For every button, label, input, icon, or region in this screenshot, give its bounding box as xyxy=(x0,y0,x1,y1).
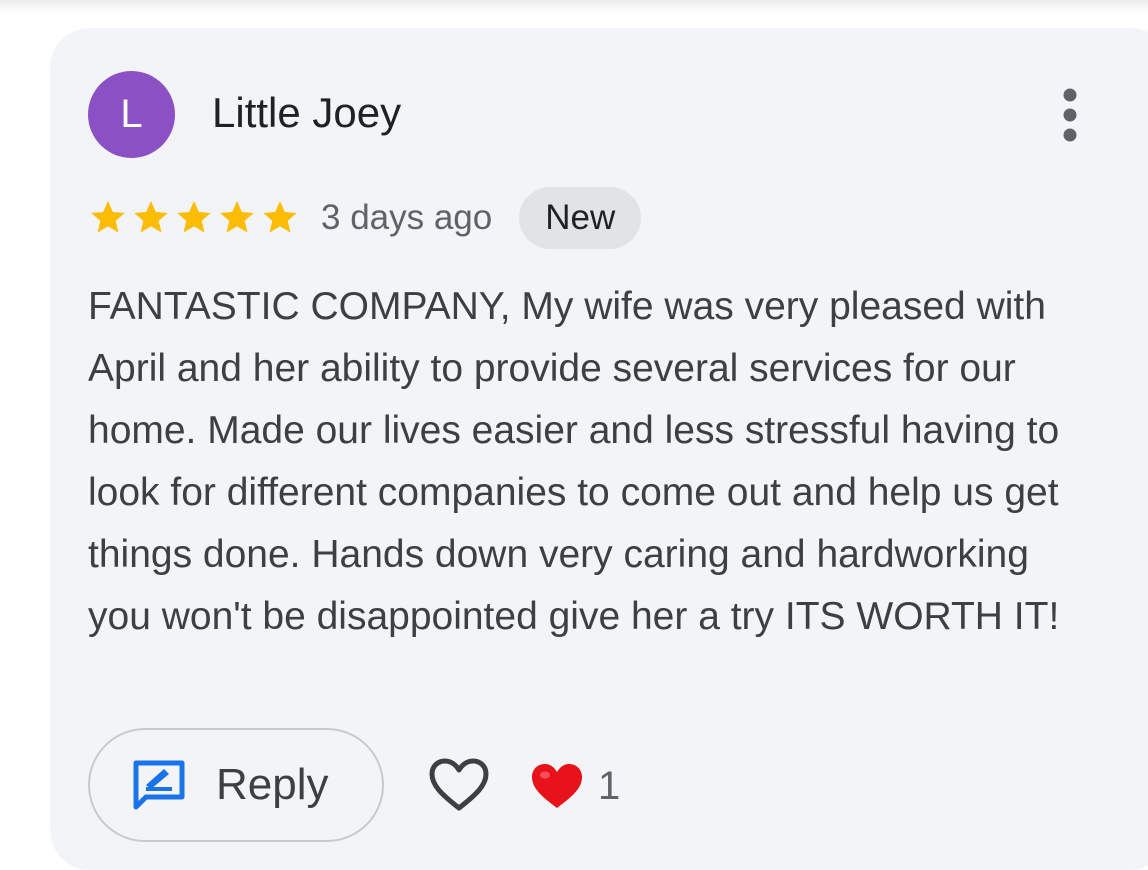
reply-edit-icon xyxy=(133,760,185,810)
star-icon xyxy=(220,201,254,233)
more-options-button[interactable] xyxy=(1044,84,1096,146)
reply-button[interactable]: Reply xyxy=(88,728,384,842)
star-icon xyxy=(177,201,211,233)
review-date: 3 days ago xyxy=(321,198,493,237)
heart-outline-icon xyxy=(429,758,489,811)
red-heart-icon xyxy=(532,764,582,808)
top-divider-shadow xyxy=(0,0,1148,14)
more-vert-icon xyxy=(1063,88,1077,142)
reactions[interactable]: 1 xyxy=(530,758,620,814)
star-icon xyxy=(91,201,125,233)
reaction-count: 1 xyxy=(598,763,621,808)
star-icon xyxy=(263,201,297,233)
reply-label: Reply xyxy=(216,760,329,809)
star-icon xyxy=(134,201,168,233)
reviewer-name[interactable]: Little Joey xyxy=(212,88,401,138)
review-text: FANTASTIC COMPANY, My wife was very plea… xyxy=(88,285,1060,638)
new-badge: New xyxy=(519,187,642,249)
avatar-initial: L xyxy=(120,92,143,136)
review-meta: 3 days ago New xyxy=(88,186,642,250)
like-button[interactable] xyxy=(424,750,494,820)
avatar[interactable]: L xyxy=(88,71,175,158)
star-rating xyxy=(88,198,303,238)
